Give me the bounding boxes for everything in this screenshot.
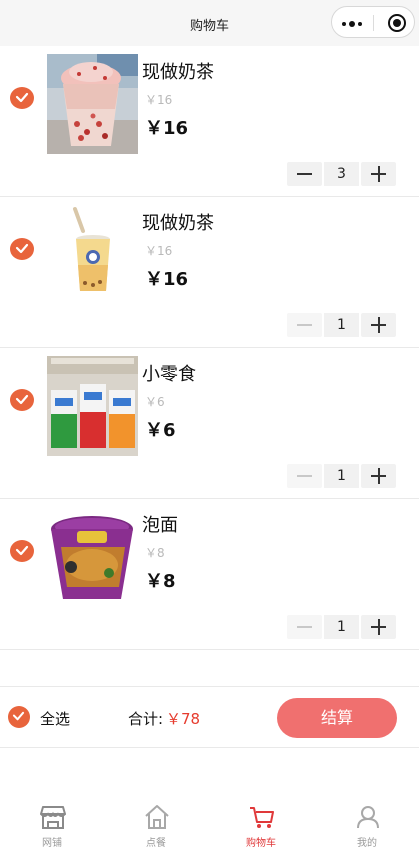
increase-button[interactable] (361, 313, 396, 337)
item-name: 小零食 (142, 364, 196, 385)
increase-button[interactable] (361, 464, 396, 488)
item-original-price: ￥6 (145, 395, 165, 409)
item-name: 现做奶茶 (142, 213, 214, 234)
quantity-value: 1 (324, 464, 359, 488)
item-name: 泡面 (142, 515, 178, 536)
item-checkbox[interactable] (10, 238, 34, 260)
more-menu-icon[interactable] (342, 21, 362, 27)
tab-label: 购物车 (246, 838, 276, 849)
item-name: 现做奶茶 (142, 62, 214, 83)
store-icon (40, 806, 66, 829)
close-miniprogram-icon[interactable] (388, 14, 406, 32)
item-price: ￥8 (145, 571, 176, 592)
user-icon (357, 806, 379, 829)
item-checkbox[interactable] (10, 389, 34, 411)
check-icon (15, 243, 29, 254)
increase-button[interactable] (361, 615, 396, 639)
instant-noodles-image (47, 507, 138, 607)
decrease-button[interactable] (287, 464, 322, 488)
tab-bar: 网铺 点餐 购物车 我的 (0, 796, 419, 852)
item-original-price: ￥16 (145, 93, 173, 107)
quantity-stepper: 1 (287, 464, 397, 488)
snack-boxes-image (47, 356, 138, 456)
check-icon (15, 394, 29, 405)
decrease-button[interactable] (287, 615, 322, 639)
cart-item: 现做奶茶 ￥16 ￥16 1 (0, 197, 419, 348)
tab-order[interactable]: 点餐 (104, 796, 208, 852)
item-checkbox[interactable] (10, 540, 34, 562)
quantity-value: 3 (324, 162, 359, 186)
item-checkbox[interactable] (10, 87, 34, 109)
quantity-stepper: 1 (287, 313, 397, 337)
tab-label: 网铺 (42, 838, 62, 849)
item-original-price: ￥16 (145, 244, 173, 258)
cart-item: 现做奶茶 ￥16 ￥16 3 (0, 46, 419, 197)
navigation-bar: 购物车 (0, 0, 419, 46)
check-icon (12, 711, 25, 721)
bubble-tea-cup-image (47, 205, 138, 305)
milk-tea-cup-image (47, 54, 138, 154)
checkout-button[interactable]: 结算 (277, 698, 397, 738)
miniprogram-capsule (331, 6, 415, 38)
decrease-button[interactable] (287, 313, 322, 337)
quantity-stepper: 3 (287, 162, 397, 186)
tab-label: 点餐 (146, 838, 166, 849)
select-all-label[interactable]: 全选 (40, 708, 70, 729)
quantity-value: 1 (324, 615, 359, 639)
increase-button[interactable] (361, 162, 396, 186)
cart-item: 小零食 ￥6 ￥6 1 (0, 348, 419, 499)
cart-icon (250, 807, 274, 828)
tab-label: 我的 (357, 838, 377, 849)
item-price: ￥16 (145, 269, 189, 290)
decrease-button[interactable] (287, 162, 322, 186)
item-price: ￥16 (145, 118, 189, 139)
home-icon (145, 805, 169, 829)
total-label: 合计: (128, 710, 164, 728)
check-icon (15, 545, 29, 556)
tab-profile[interactable]: 我的 (315, 796, 419, 852)
item-original-price: ￥8 (145, 546, 165, 560)
cart-item: 泡面 ￥8 ￥8 1 (0, 499, 419, 650)
capsule-divider (373, 15, 374, 31)
cart-summary-bar: 全选 合计: ￥78 结算 (0, 686, 419, 748)
item-price: ￥6 (145, 420, 176, 441)
check-icon (15, 92, 29, 103)
tab-cart[interactable]: 购物车 (209, 796, 313, 852)
total-amount: ￥78 (166, 710, 201, 728)
select-all-checkbox[interactable] (8, 706, 30, 728)
quantity-stepper: 1 (287, 615, 397, 639)
tab-store[interactable]: 网铺 (0, 796, 104, 852)
quantity-value: 1 (324, 313, 359, 337)
